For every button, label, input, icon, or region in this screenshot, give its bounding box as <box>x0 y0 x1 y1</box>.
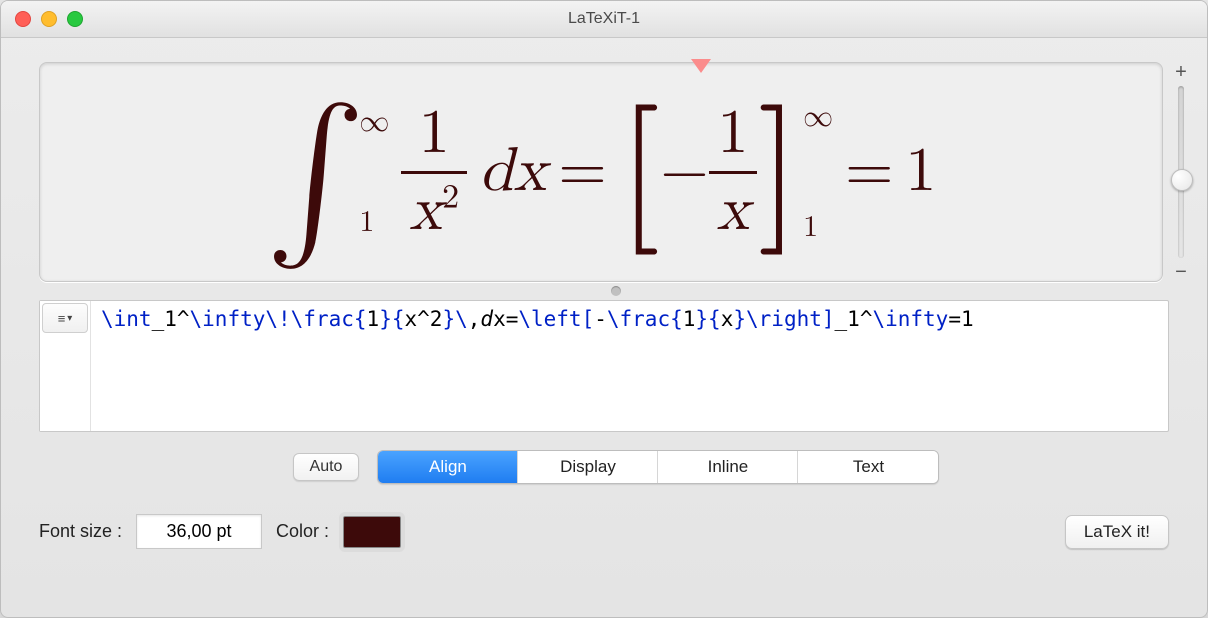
close-icon[interactable] <box>15 11 31 27</box>
titlebar: LaTeXiT-1 <box>1 1 1207 38</box>
minimize-icon[interactable] <box>41 11 57 27</box>
integrand-fraction: 1 x2 <box>401 103 467 242</box>
latex-source-input[interactable]: \int_1^\infty\!\frac{1}{x^2}\,dx=\left[-… <box>91 301 1168 431</box>
bracket-lower: 1 <box>803 212 833 242</box>
rendered-equation: ∫ ∞ 1 1 x2 dx = <box>266 102 937 242</box>
editor-gutter: ≡ ▾ <box>40 301 91 431</box>
zoom-in-icon[interactable]: + <box>1173 62 1189 82</box>
bracket-sign: − <box>660 135 708 209</box>
bracket-upper: ∞ <box>803 102 833 132</box>
mode-row: Auto AlignDisplayInlineText <box>39 450 1193 484</box>
chevron-down-icon: ▾ <box>67 313 72 324</box>
window-body: ∫ ∞ 1 1 x2 dx = <box>1 38 1207 617</box>
zoom-slider[interactable]: + − <box>1169 62 1193 282</box>
color-swatch[interactable] <box>343 516 401 548</box>
zoom-out-icon[interactable]: − <box>1173 262 1189 282</box>
footer-row: Font size : Color : LaTeX it! <box>39 514 1169 549</box>
var-x: x <box>409 180 442 242</box>
mode-segmented-control[interactable]: AlignDisplayInlineText <box>377 450 939 484</box>
exp-2: 2 <box>442 180 459 214</box>
bfrac-num: 1 <box>709 103 756 165</box>
auto-button[interactable]: Auto <box>293 453 360 481</box>
window-title: LaTeXiT-1 <box>1 10 1207 28</box>
menu-icon: ≡ <box>58 311 66 326</box>
baseline-marker-icon[interactable] <box>691 59 711 73</box>
bracket-term: [ − 1 x ] ∞ 1 <box>619 102 833 242</box>
dx: dx <box>479 135 546 209</box>
mode-display[interactable]: Display <box>518 451 658 483</box>
render-preview[interactable]: ∫ ∞ 1 1 x2 dx = <box>39 62 1163 282</box>
fontsize-input[interactable] <box>136 514 262 549</box>
window-controls <box>15 11 83 27</box>
fontsize-label: Font size : <box>39 521 122 542</box>
result: 1 <box>905 135 936 209</box>
mode-inline[interactable]: Inline <box>658 451 798 483</box>
zoom-icon[interactable] <box>67 11 83 27</box>
source-editor: ≡ ▾ \int_1^\infty\!\frac{1}{x^2}\,dx=\le… <box>39 300 1169 432</box>
latex-it-button[interactable]: LaTeX it! <box>1065 515 1169 549</box>
frac-num: 1 <box>411 103 458 165</box>
zoom-thumb[interactable] <box>1171 169 1193 191</box>
color-label: Color : <box>276 521 329 542</box>
preview-row: ∫ ∞ 1 1 x2 dx = <box>39 62 1193 282</box>
bfrac-den: x <box>709 180 758 242</box>
right-bracket-icon: ] <box>757 116 799 229</box>
frac-den: x2 <box>401 180 467 242</box>
equals-2: = <box>845 135 893 209</box>
editor-menu-button[interactable]: ≡ ▾ <box>42 303 88 333</box>
zoom-track[interactable] <box>1178 86 1184 258</box>
mode-text[interactable]: Text <box>798 451 938 483</box>
mode-align[interactable]: Align <box>378 451 518 483</box>
app-window: LaTeXiT-1 ∫ ∞ 1 1 <box>0 0 1208 618</box>
integral-symbol: ∫ <box>266 126 366 231</box>
left-bracket-icon: [ <box>619 116 661 229</box>
splitter[interactable] <box>39 282 1193 300</box>
bracket-fraction: 1 x <box>709 103 758 242</box>
equals-1: = <box>558 135 606 209</box>
